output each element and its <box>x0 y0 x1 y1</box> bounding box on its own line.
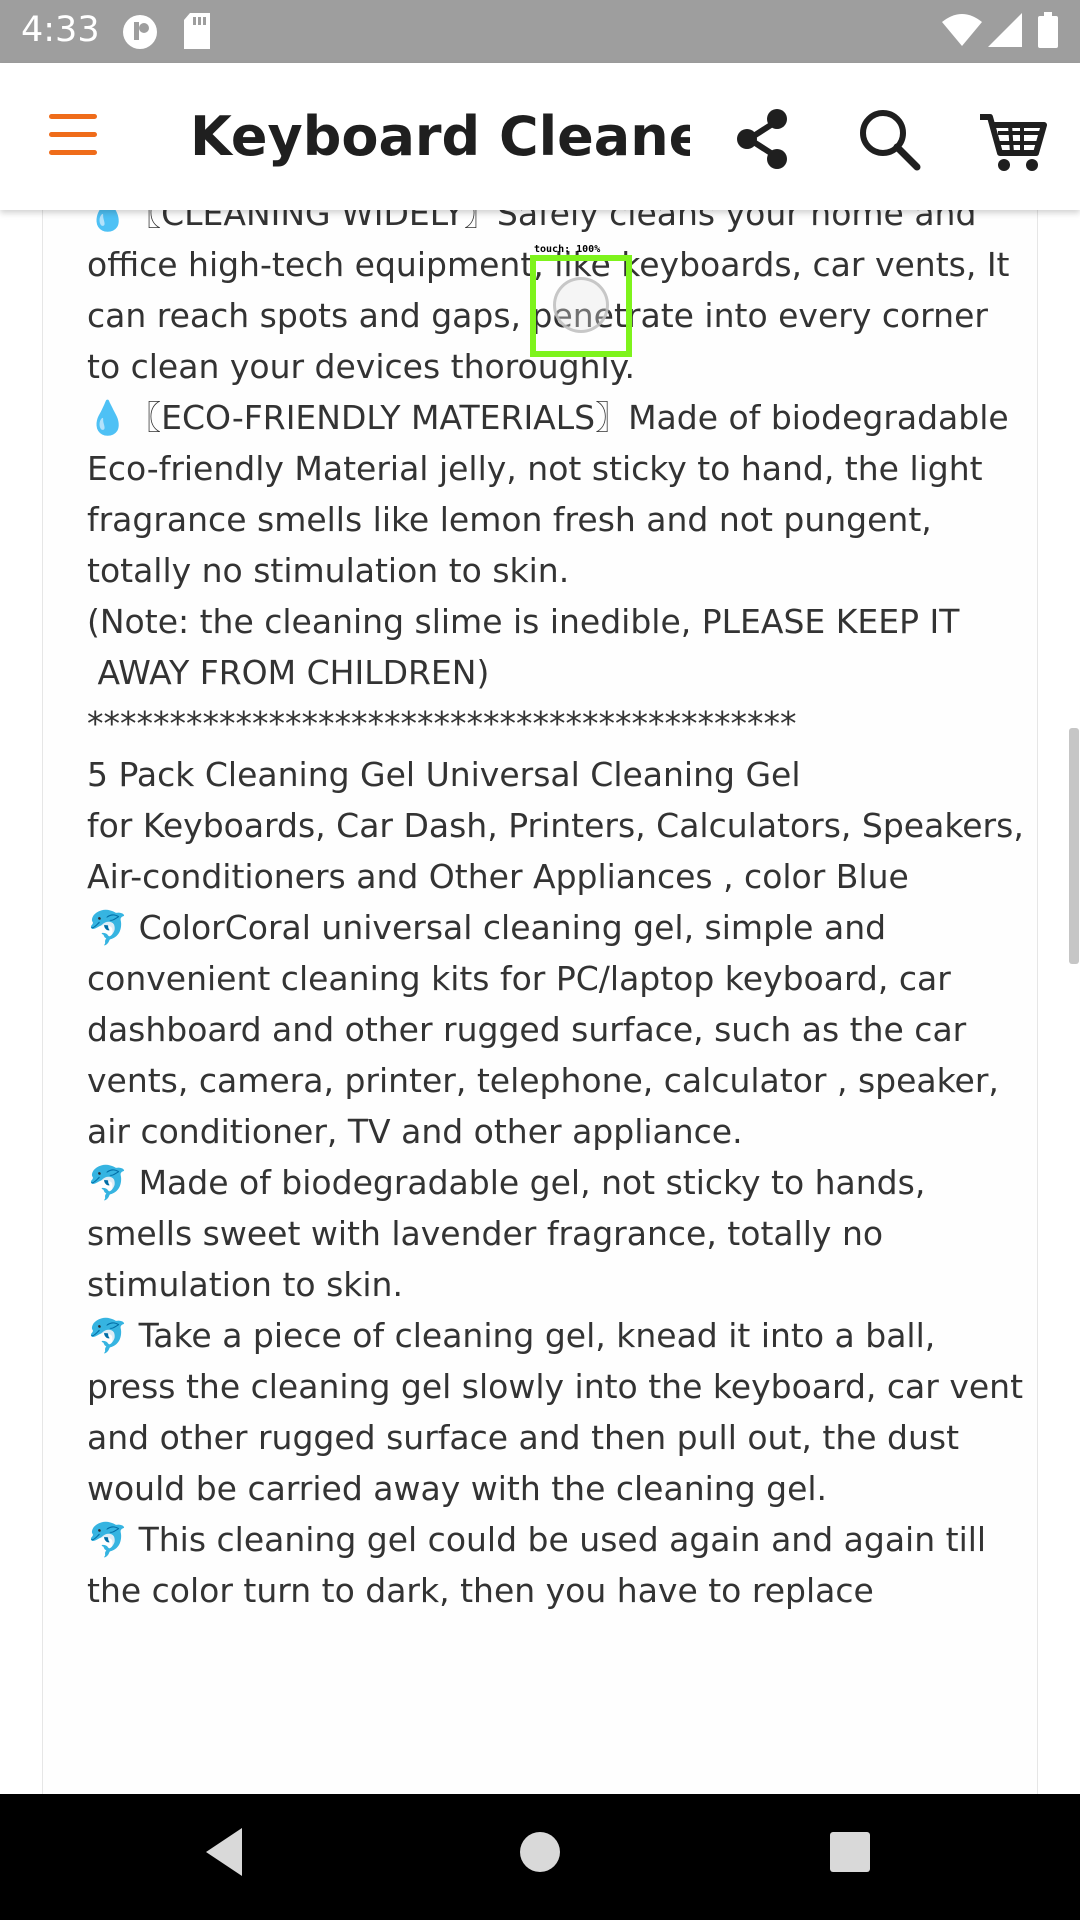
cart-icon <box>980 114 1047 171</box>
search-button[interactable] <box>853 103 925 175</box>
home-icon <box>520 1832 560 1872</box>
back-icon <box>206 1828 242 1876</box>
app-bar: Keyboard Cleane... <box>0 63 1080 210</box>
battery-icon <box>1038 12 1058 52</box>
cart-button[interactable] <box>976 103 1048 175</box>
scrollbar[interactable] <box>1069 728 1079 964</box>
back-button[interactable] <box>200 1824 250 1884</box>
notification-icon <box>120 13 160 55</box>
page-title: Keyboard Cleane... <box>190 105 690 168</box>
status-bar: 4:33 <box>0 0 1080 63</box>
share-button[interactable] <box>727 103 799 175</box>
touch-indicator-label: touch: 100% <box>534 244 601 255</box>
navigation-bar <box>0 1794 1080 1920</box>
share-icon <box>737 109 787 169</box>
recents-button[interactable] <box>826 1828 874 1880</box>
touch-ripple <box>553 277 609 333</box>
product-description-text: 💧〖CLEANING WIDELY〗Safely cleans your hom… <box>87 210 1024 1610</box>
home-button[interactable] <box>514 1826 566 1882</box>
menu-button[interactable] <box>40 108 106 164</box>
wifi-icon <box>942 14 982 50</box>
search-icon <box>860 110 921 171</box>
signal-icon <box>988 13 1022 51</box>
recents-icon <box>830 1832 870 1872</box>
status-time: 4:33 <box>21 10 100 50</box>
sd-card-icon <box>182 13 212 53</box>
product-description-card: 💧〖CLEANING WIDELY〗Safely cleans your hom… <box>42 210 1038 1794</box>
